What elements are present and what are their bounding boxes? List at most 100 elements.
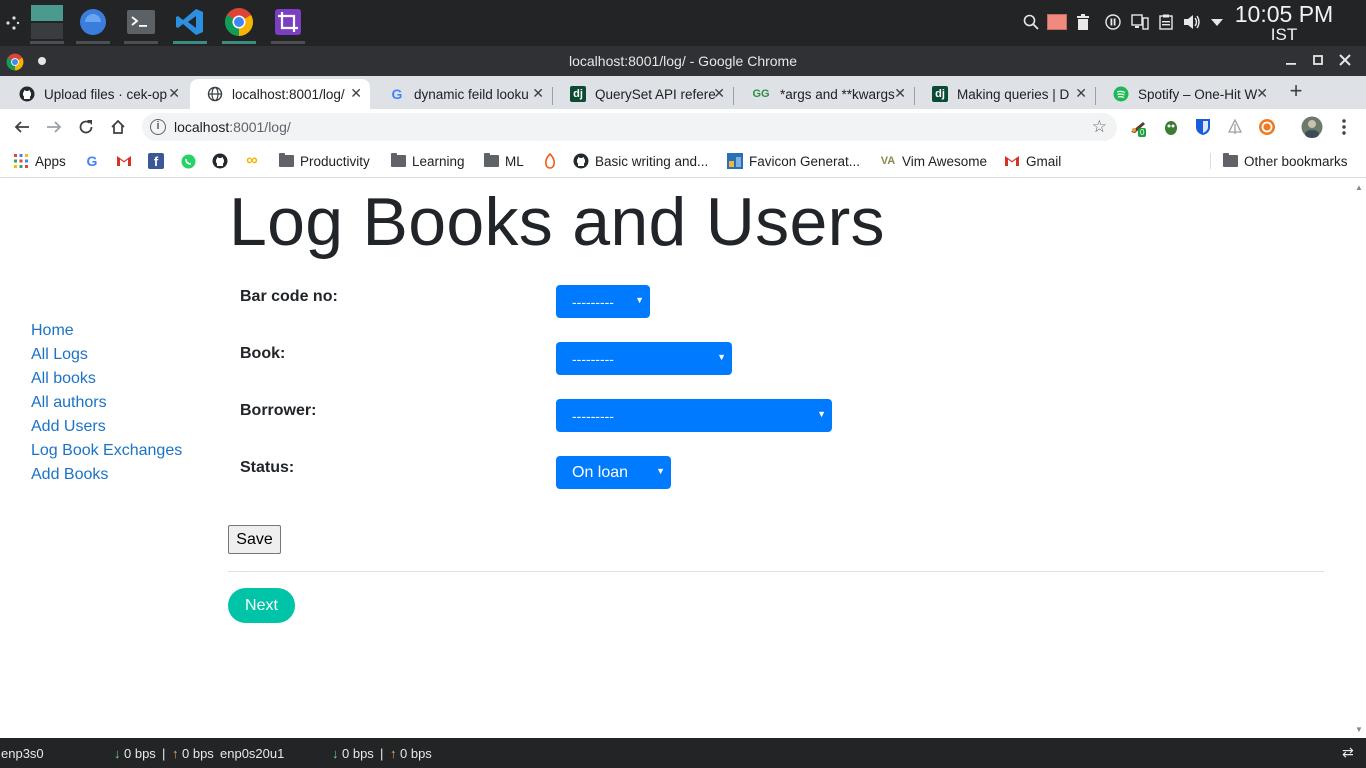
tab-close-icon[interactable]: ✕	[168, 85, 180, 102]
tab-close-icon[interactable]: ✕	[1256, 85, 1268, 102]
bookmark-apps[interactable]: Apps	[13, 152, 66, 170]
bitwarden-icon[interactable]	[1193, 117, 1213, 137]
maximize-button[interactable]	[1308, 51, 1328, 71]
color-picker-icon[interactable]	[1046, 10, 1068, 34]
bookmark-vim-awesome[interactable]: VA Vim Awesome	[880, 152, 987, 170]
nav-link-all-books[interactable]: All books	[31, 367, 182, 391]
os-bottom-panel: enp3s0 ↓ 0 bps | ↑ 0 bps enp0s20u1 ↓ 0 b…	[0, 738, 1366, 768]
search-icon[interactable]	[1021, 10, 1041, 34]
bookmark-infinity[interactable]: ∞	[244, 152, 266, 170]
tab-close-icon[interactable]: ✕	[350, 85, 362, 102]
page-scrollbar[interactable]: ▲ ▼	[1352, 179, 1366, 736]
chevron-down-icon: ▼	[656, 466, 665, 476]
bookmark-folder-ml[interactable]: ML	[483, 152, 524, 170]
bookmark-google[interactable]: G	[84, 152, 106, 170]
profile-avatar[interactable]	[1300, 116, 1324, 138]
borrower-select[interactable]: --------- ▼	[556, 399, 832, 432]
nav-link-log-book-exchanges[interactable]: Log Book Exchanges	[31, 439, 182, 463]
barcode-label: Bar code no:	[240, 288, 338, 305]
tab-close-icon[interactable]: ✕	[532, 85, 544, 102]
bookmark-github[interactable]	[212, 152, 234, 170]
tab-localhost-log[interactable]: localhost:8001/log/ ✕	[190, 79, 370, 109]
reload-button[interactable]	[74, 115, 98, 139]
media-pause-icon[interactable]	[1104, 10, 1122, 34]
terminal-icon[interactable]	[120, 2, 162, 44]
bookmark-gmail[interactable]	[116, 152, 138, 170]
volume-icon[interactable]	[1182, 10, 1202, 34]
nav-link-all-logs[interactable]: All Logs	[31, 343, 182, 367]
kde-connect-icon[interactable]	[1130, 10, 1150, 34]
close-window-button[interactable]	[1335, 51, 1355, 71]
iface1-upload-rate: 0 bps	[182, 746, 214, 761]
tab-strip: Upload files · cek-op ✕ localhost:8001/l…	[0, 76, 1366, 109]
trash-icon[interactable]	[1074, 10, 1092, 34]
rate-separator: |	[380, 746, 384, 761]
bookmark-separator	[1210, 153, 1211, 169]
bookmark-gmail-link[interactable]: Gmail	[1004, 152, 1061, 170]
tray-expand-icon[interactable]	[1208, 10, 1226, 34]
back-button[interactable]	[10, 115, 34, 139]
folder-icon	[390, 153, 406, 169]
extension-swirl-icon[interactable]	[1257, 117, 1277, 137]
nav-link-add-users[interactable]: Add Users	[31, 415, 182, 439]
site-info-icon[interactable]: i	[150, 119, 166, 135]
minimize-button[interactable]	[1281, 51, 1301, 71]
file-manager-icon[interactable]	[72, 2, 114, 44]
vscode-icon[interactable]	[169, 2, 211, 44]
tab-queryset-api[interactable]: dj QuerySet API refere ✕	[553, 79, 733, 109]
nav-link-add-books[interactable]: Add Books	[31, 463, 182, 487]
screenshot-tool-icon[interactable]	[267, 2, 309, 44]
bookmark-folder-learning[interactable]: Learning	[390, 152, 465, 170]
github-icon	[19, 86, 35, 102]
bookmark-folder-productivity[interactable]: Productivity	[278, 152, 370, 170]
status-select[interactable]: On loan ▼	[556, 456, 671, 489]
panel-settings-icon[interactable]: ⇄	[1342, 744, 1354, 761]
scroll-up-icon[interactable]: ▲	[1355, 183, 1363, 192]
favicon-icon	[727, 153, 743, 169]
app-launcher-icon[interactable]	[4, 12, 22, 34]
tab-close-icon[interactable]: ✕	[713, 85, 725, 102]
barcode-select[interactable]: --------- ▼	[556, 285, 650, 318]
os-top-panel: 10:05 PM IST	[0, 0, 1366, 46]
home-button[interactable]	[106, 115, 130, 139]
django-icon: dj	[932, 86, 948, 102]
bookmark-other-bookmarks[interactable]: Other bookmarks	[1222, 152, 1348, 170]
next-button[interactable]: Next	[228, 588, 295, 623]
desktop-pager-icon[interactable]	[26, 2, 68, 44]
status-label: Status:	[240, 459, 295, 476]
tab-upload-files[interactable]: Upload files · cek-op ✕	[2, 79, 188, 109]
tab-close-icon[interactable]: ✕	[894, 85, 906, 102]
nav-link-all-authors[interactable]: All authors	[31, 391, 182, 415]
bookmark-favicon-generator[interactable]: Favicon Generat...	[727, 152, 860, 170]
tab-args-kwargs[interactable]: GG *args and **kwargs ✕	[734, 79, 914, 109]
nav-link-home[interactable]: Home	[31, 319, 182, 343]
apps-grid-icon	[13, 153, 29, 169]
book-select[interactable]: --------- ▼	[556, 342, 732, 375]
tab-close-icon[interactable]: ✕	[1075, 85, 1087, 102]
url-text[interactable]: localhost:8001/log/	[174, 119, 291, 135]
tab-spotify[interactable]: Spotify – One-Hit W ✕	[1096, 79, 1276, 109]
bookmark-whatsapp[interactable]	[180, 152, 202, 170]
iface2-download-rate: 0 bps	[342, 746, 374, 761]
forward-button[interactable]	[42, 115, 66, 139]
folder-icon	[278, 153, 294, 169]
bookmark-star-icon[interactable]: ☆	[1092, 117, 1107, 137]
tab-dynamic-field[interactable]: G dynamic feild looku ✕	[372, 79, 552, 109]
save-button[interactable]: Save	[228, 525, 281, 554]
chrome-icon[interactable]	[218, 2, 260, 44]
bookmark-facebook[interactable]: f	[148, 152, 170, 170]
gmail-icon	[116, 153, 132, 169]
new-tab-button[interactable]: +	[1284, 79, 1308, 103]
clipboard-icon[interactable]	[1156, 10, 1176, 34]
bookmark-flame[interactable]	[542, 152, 564, 170]
scroll-down-icon[interactable]: ▼	[1355, 725, 1363, 734]
tab-making-queries[interactable]: dj Making queries | D ✕	[915, 79, 1095, 109]
extension-plane-icon[interactable]: 0	[1128, 117, 1148, 137]
bookmark-basic-writing[interactable]: Basic writing and...	[573, 152, 708, 170]
address-bar[interactable]: i localhost:8001/log/ ☆	[142, 113, 1117, 141]
tab-title: Upload files · cek-op	[44, 86, 168, 102]
extension-monster-icon[interactable]	[1161, 117, 1181, 137]
clock-time[interactable]: 10:05 PM	[1232, 1, 1336, 28]
chrome-menu-icon[interactable]	[1334, 117, 1354, 137]
extension-tree-icon[interactable]	[1225, 117, 1245, 137]
